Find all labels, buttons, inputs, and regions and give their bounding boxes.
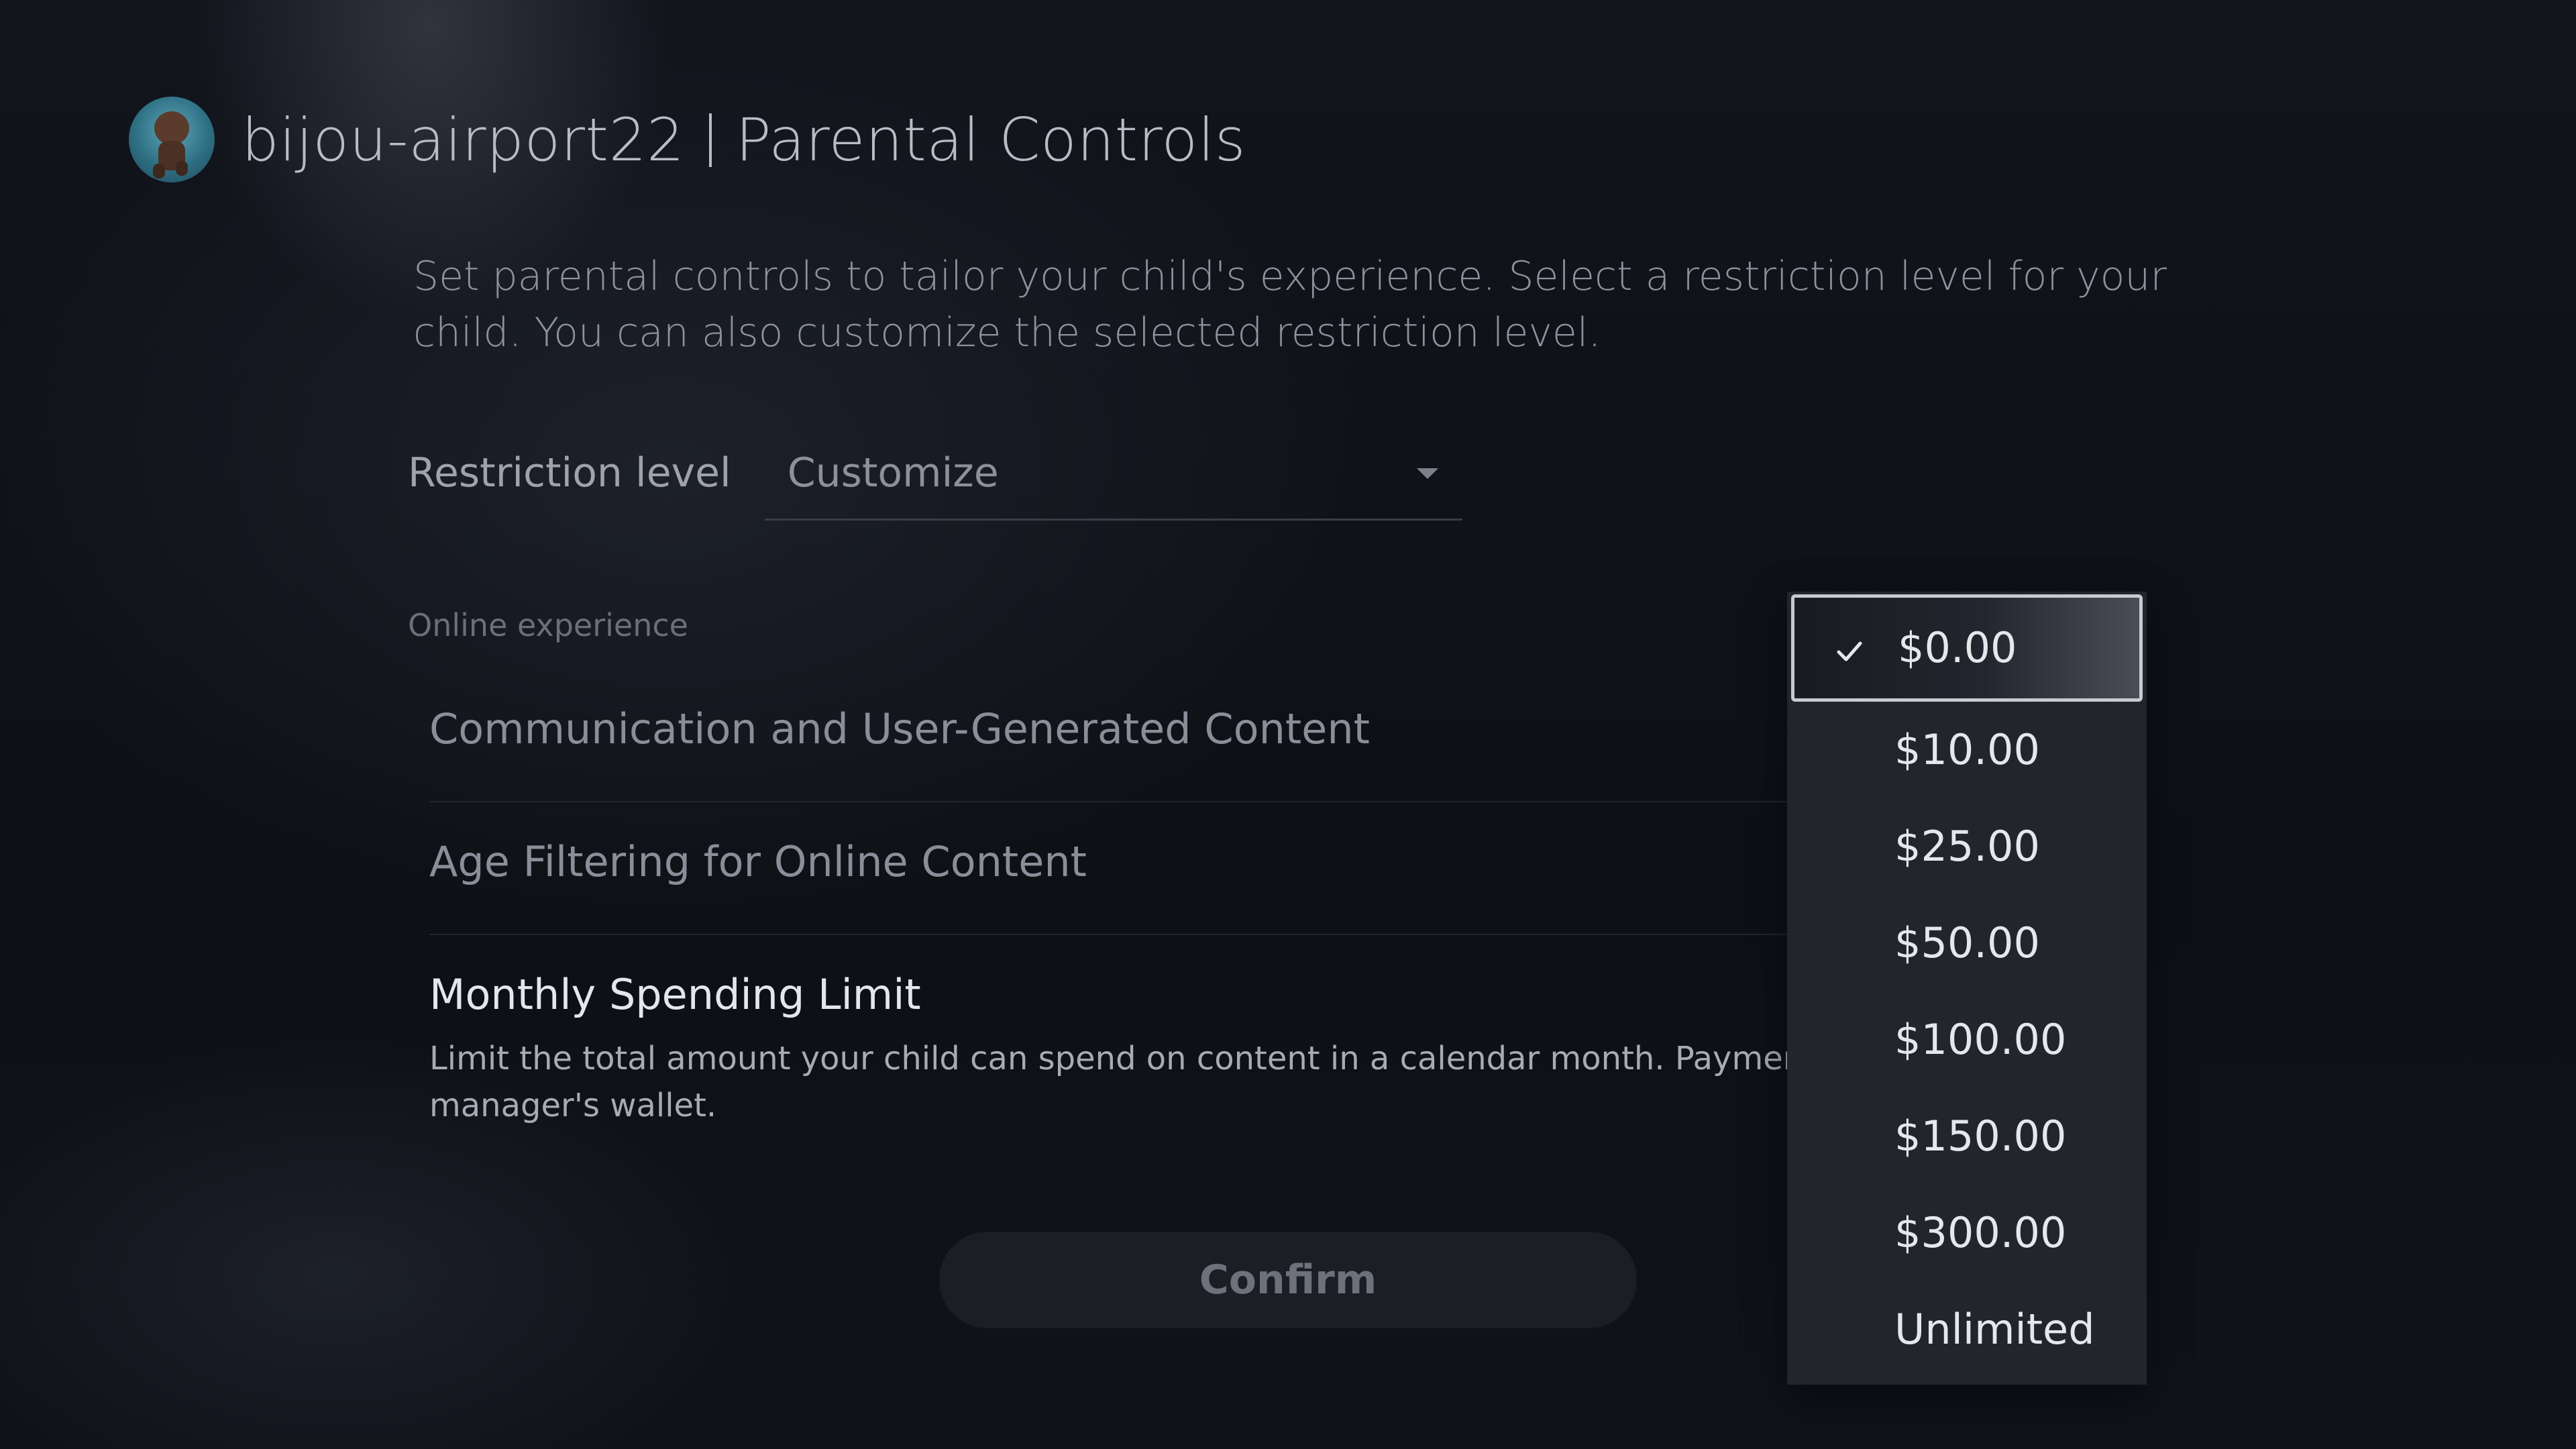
dropdown-option-label: $0.00	[1898, 623, 2017, 672]
section-heading-online-experience: Online experience	[408, 607, 688, 643]
dropdown-option-label: $25.00	[1894, 822, 2040, 871]
header: bijou-airport22 Parental Controls	[129, 97, 1246, 182]
dropdown-option-label: Unlimited	[1894, 1305, 2095, 1354]
dropdown-option[interactable]: $50.00	[1787, 895, 2147, 991]
dropdown-option-selected[interactable]: $0.00	[1791, 594, 2143, 702]
title-separator	[708, 113, 712, 167]
dropdown-option[interactable]: $25.00	[1787, 798, 2147, 895]
dropdown-option-label: $300.00	[1894, 1208, 2067, 1257]
dropdown-option[interactable]: $150.00	[1787, 1088, 2147, 1185]
dropdown-option-label: $150.00	[1894, 1112, 2067, 1161]
dropdown-option[interactable]: Unlimited	[1787, 1281, 2147, 1378]
dropdown-option[interactable]: $10.00	[1787, 702, 2147, 798]
page-title: bijou-airport22 Parental Controls	[241, 105, 1246, 174]
setting-description-line: Limit the total amount your child can sp…	[429, 1040, 1811, 1077]
restriction-level-label: Restriction level	[408, 449, 731, 496]
restriction-level-row: Restriction level Customize	[408, 443, 1462, 521]
setting-description-line: manager's wallet.	[429, 1087, 717, 1124]
confirm-button[interactable]: Confirm	[939, 1232, 1637, 1328]
page-title-text: Parental Controls	[735, 105, 1246, 174]
dropdown-option[interactable]: $100.00	[1787, 991, 2147, 1088]
check-icon	[1837, 641, 1862, 661]
restriction-level-select[interactable]: Customize	[764, 443, 1462, 521]
dropdown-option-label: $50.00	[1894, 918, 2040, 967]
restriction-level-value: Customize	[787, 449, 999, 496]
page-description: Set parental controls to tailor your chi…	[413, 253, 2167, 356]
dropdown-option-label: $10.00	[1894, 725, 2040, 774]
username: bijou-airport22	[241, 105, 685, 174]
avatar	[129, 97, 215, 182]
spending-limit-dropdown: $0.00 $10.00 $25.00 $50.00 $100.00 $150.…	[1787, 592, 2147, 1385]
setting-description: Limit the total amount your child can sp…	[429, 1035, 1811, 1129]
dropdown-option[interactable]: $300.00	[1787, 1185, 2147, 1281]
parental-controls-screen: bijou-airport22 Parental Controls Set par…	[0, 0, 2576, 1449]
dropdown-option-label: $100.00	[1894, 1015, 2067, 1064]
chevron-down-icon	[1416, 468, 1438, 479]
